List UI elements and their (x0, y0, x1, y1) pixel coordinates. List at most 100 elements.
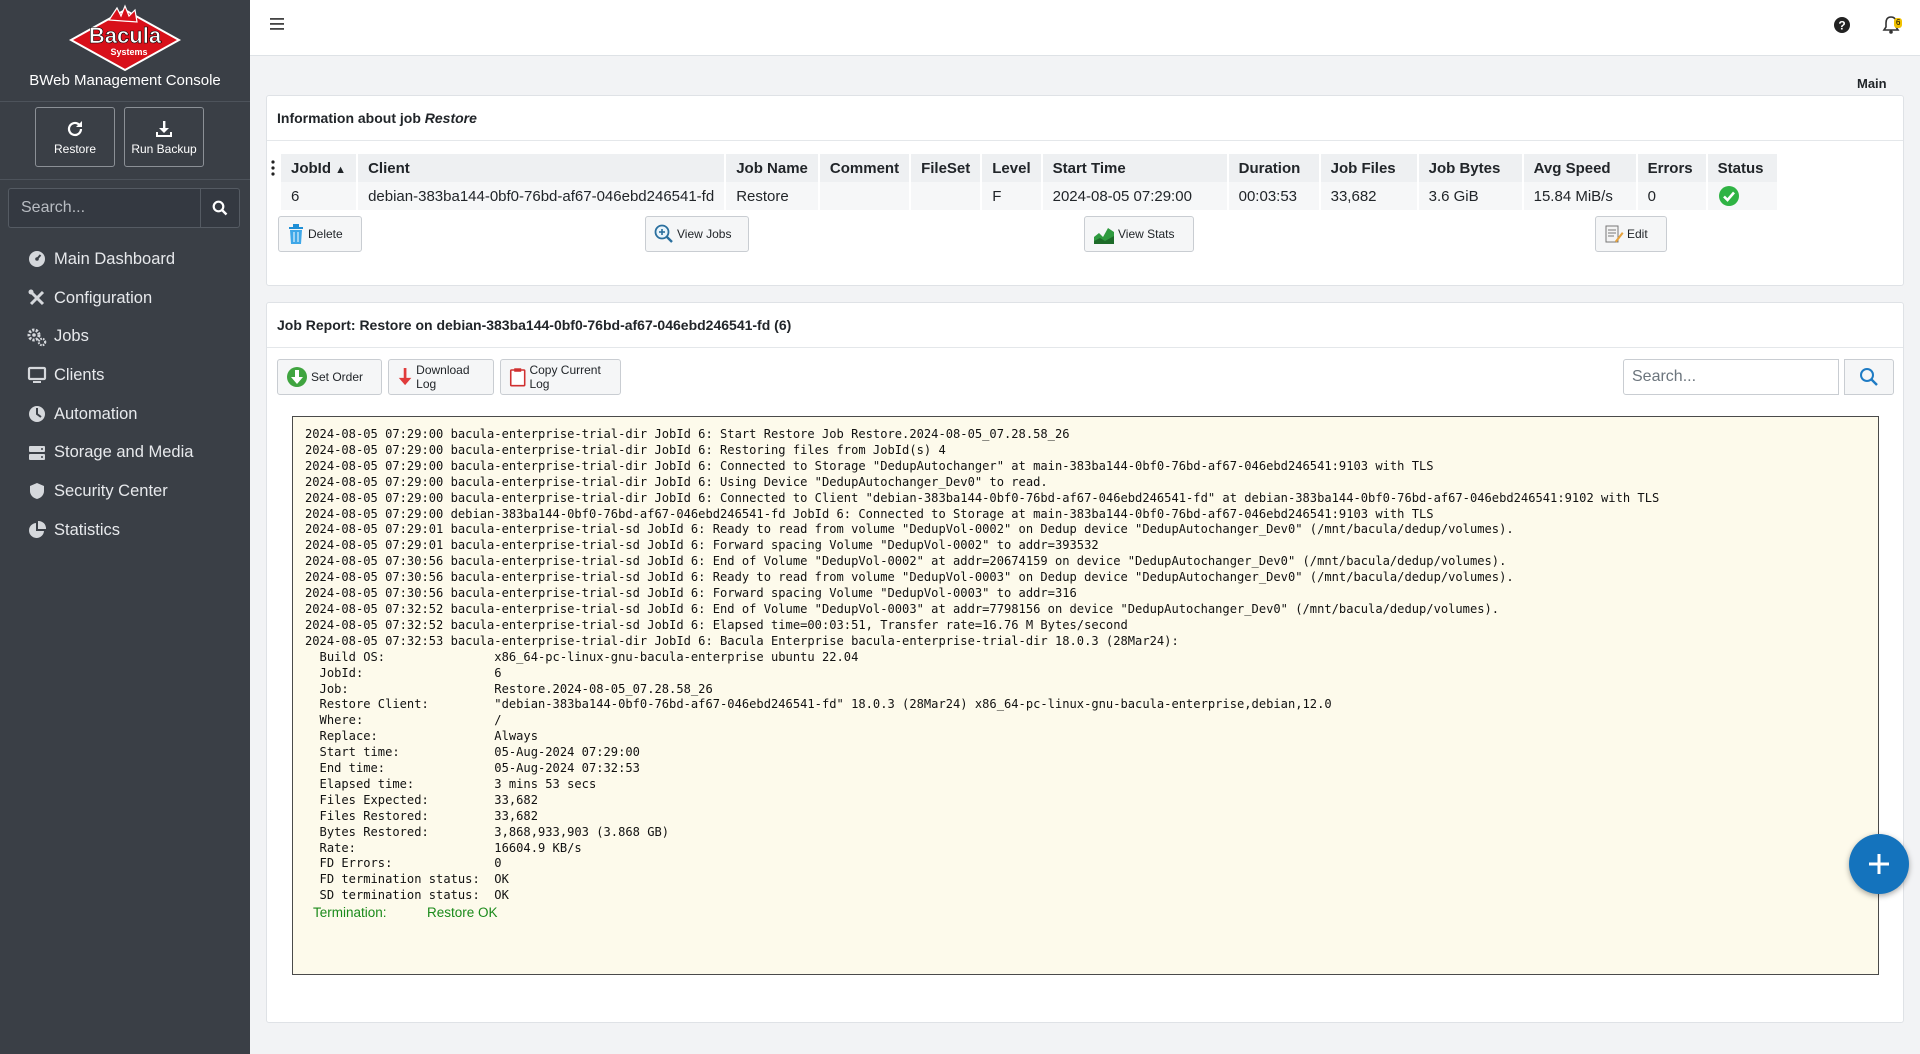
col-job-bytes[interactable]: Job Bytes (1418, 154, 1522, 182)
cell-avg-speed: 15.84 MiB/s (1523, 182, 1636, 210)
restore-label: Restore (53, 141, 97, 156)
refresh-icon (67, 120, 83, 136)
sidebar-search-button[interactable] (200, 188, 240, 228)
storage-icon (29, 445, 45, 460)
col-status[interactable]: Status (1707, 154, 1777, 182)
logo-area: Bacula Systems BWeb Management Console (0, 4, 250, 102)
download-arrow-icon (398, 368, 412, 386)
svg-text:?: ? (1838, 19, 1845, 33)
table-row[interactable]: 6 debian-383ba144-0bf0-76bd-af67-046ebd2… (281, 182, 1777, 210)
col-fileset[interactable]: FileSet (911, 154, 981, 182)
hamburger-menu-icon[interactable] (269, 16, 285, 32)
job-log[interactable]: 2024-08-05 07:29:00 bacula-enterprise-tr… (292, 416, 1879, 975)
view-stats-label: View Stats (1118, 227, 1175, 241)
col-avg-speed[interactable]: Avg Speed (1523, 154, 1636, 182)
copy-log-label: Copy Current Log (529, 363, 601, 391)
log-search-input[interactable] (1623, 359, 1839, 395)
cell-level: F (982, 182, 1041, 210)
search-icon (1860, 368, 1878, 386)
cogs-icon (27, 328, 47, 347)
notification-badge: 6 (1894, 18, 1903, 28)
sidebar-item-security-center[interactable]: Security Center (0, 472, 250, 511)
sidebar-item-statistics[interactable]: Statistics (0, 511, 250, 550)
col-level[interactable]: Level (982, 154, 1041, 182)
pie-chart-icon (29, 521, 47, 539)
shield-icon (30, 483, 44, 500)
sidebar-item-clients[interactable]: Clients (0, 356, 250, 395)
area-chart-icon (1094, 228, 1114, 244)
table-header-row: JobId ▲ Client Job Name Comment FileSet … (281, 154, 1777, 182)
run-backup-button[interactable]: Run Backup (124, 107, 204, 167)
breadcrumb[interactable]: Main (1857, 76, 1887, 91)
sidebar-search-input[interactable] (8, 188, 200, 228)
job-info-title-prefix: Information about job (277, 110, 425, 126)
download-log-button[interactable]: Download Log (388, 359, 494, 395)
column-menu-icon[interactable] (271, 160, 275, 176)
termination-label: Termination: (313, 905, 387, 921)
sidebar-item-main-dashboard[interactable]: Main Dashboard (0, 240, 250, 279)
sidebar-item-label: Clients (54, 365, 105, 384)
sidebar-item-label: Security Center (54, 481, 168, 500)
bacula-logo[interactable]: Bacula Systems (65, 4, 185, 72)
job-log-text: 2024-08-05 07:29:00 bacula-enterprise-tr… (305, 427, 1660, 903)
view-jobs-button[interactable]: View Jobs (645, 216, 749, 252)
sort-asc-icon: ▲ (335, 163, 347, 176)
tools-icon (28, 289, 45, 306)
sidebar-item-label: Storage and Media (54, 443, 194, 462)
cell-jobid: 6 (281, 182, 357, 210)
sidebar-item-label: Main Dashboard (54, 249, 176, 268)
termination-value: Restore OK (427, 905, 498, 921)
clipboard-icon (509, 368, 526, 387)
cell-duration: 00:03:53 (1228, 182, 1319, 210)
job-info-title-job: Restore (424, 110, 477, 126)
delete-button[interactable]: Delete (278, 216, 362, 252)
col-job-files[interactable]: Job Files (1320, 154, 1417, 182)
sidebar-item-jobs[interactable]: Jobs (0, 317, 250, 356)
monitor-icon (27, 367, 47, 384)
job-report-card: Job Report: Restore on debian-383ba144-0… (266, 302, 1904, 1023)
col-job-name[interactable]: Job Name (726, 154, 818, 182)
app-name: BWeb Management Console (29, 72, 221, 89)
sidebar-search (8, 188, 240, 228)
sidebar-item-storage-and-media[interactable]: Storage and Media (0, 433, 250, 472)
arrow-down-circle-icon (287, 367, 307, 387)
svg-text:Systems: Systems (110, 47, 147, 57)
dashboard-icon (29, 251, 45, 268)
job-report-title: Job Report: Restore on debian-383ba144-0… (267, 303, 1903, 348)
cell-status (1707, 182, 1777, 210)
help-icon[interactable]: ? (1833, 16, 1851, 34)
restore-button[interactable]: Restore (35, 107, 115, 167)
set-order-label: Set Order (311, 370, 364, 384)
job-info-title: Information about job Restore (267, 96, 1903, 141)
cell-client: debian-383ba144-0bf0-76bd-af67-046ebd246… (358, 182, 725, 210)
view-jobs-label: View Jobs (677, 227, 732, 241)
log-search-button[interactable] (1844, 359, 1894, 395)
col-duration[interactable]: Duration (1228, 154, 1319, 182)
svg-text:Bacula: Bacula (89, 23, 162, 48)
set-order-button[interactable]: Set Order (277, 359, 382, 395)
cell-fileset (911, 182, 981, 210)
plus-icon (1869, 854, 1889, 874)
zoom-in-icon (654, 224, 673, 243)
job-info-card: Information about job Restore JobId ▲ Cl… (266, 95, 1904, 286)
copy-log-button[interactable]: Copy Current Log (500, 359, 621, 395)
cell-errors: 0 (1637, 182, 1706, 210)
success-check-icon (1718, 186, 1739, 206)
view-stats-button[interactable]: View Stats (1084, 216, 1194, 252)
col-client[interactable]: Client (358, 154, 725, 182)
col-errors[interactable]: Errors (1637, 154, 1706, 182)
edit-button[interactable]: Edit (1595, 216, 1667, 252)
col-jobid[interactable]: JobId ▲ (281, 154, 357, 182)
cell-start-time: 2024-08-05 07:29:00 (1042, 182, 1227, 210)
top-bar: ? 6 (250, 0, 1920, 56)
col-start-time[interactable]: Start Time (1042, 154, 1227, 182)
automation-icon (29, 406, 45, 423)
col-comment[interactable]: Comment (819, 154, 910, 182)
sidebar-item-automation[interactable]: Automation (0, 395, 250, 434)
sidebar-item-configuration[interactable]: Configuration (0, 279, 250, 318)
add-fab-button[interactable] (1849, 834, 1909, 894)
sidebar-item-label: Automation (54, 404, 138, 423)
trash-icon (289, 224, 303, 244)
cell-job-name: Restore (726, 182, 818, 210)
cell-job-bytes: 3.6 GiB (1418, 182, 1522, 210)
